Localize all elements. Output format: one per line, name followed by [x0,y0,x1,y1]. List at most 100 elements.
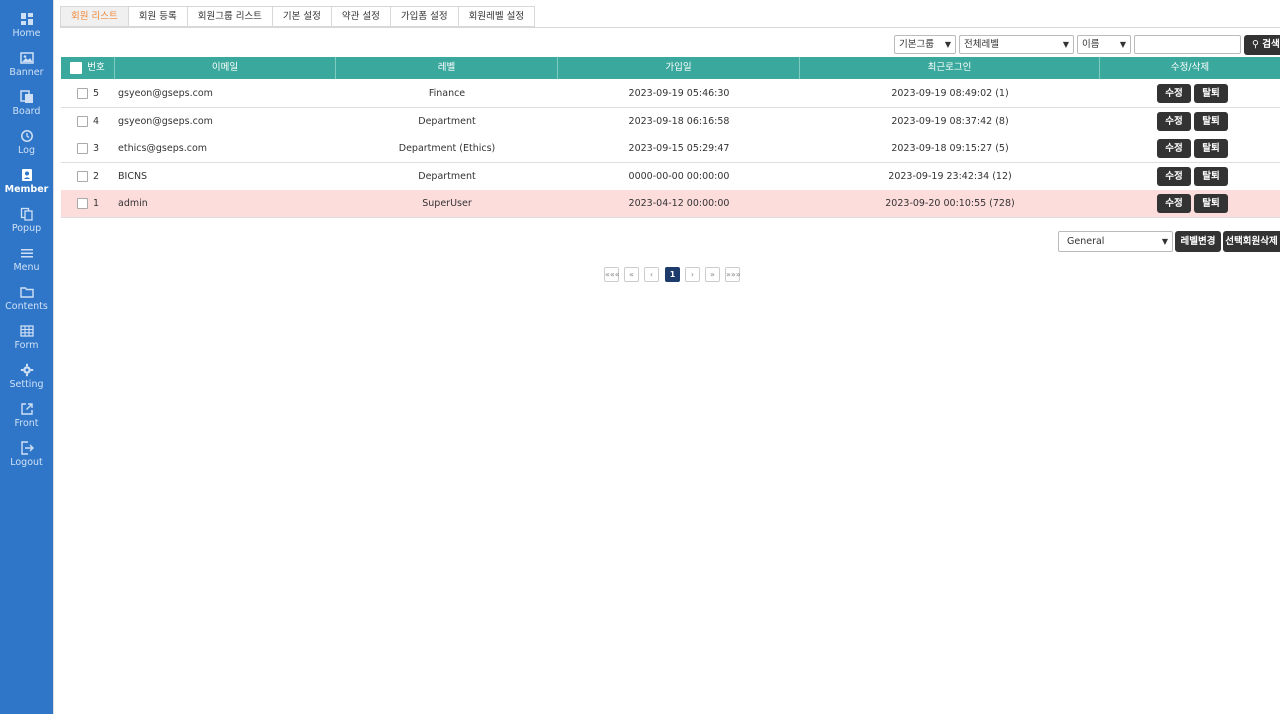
next-page-button[interactable]: › [685,267,700,282]
prev-block-button[interactable]: « [624,267,639,282]
column-header-email[interactable]: 이메일 [115,57,336,79]
sidebar-item-log[interactable]: Log [0,127,53,166]
row-checkbox[interactable] [77,171,88,182]
level-filter-value: 전체레벨 [964,39,999,50]
sidebar-item-label: Log [18,145,35,156]
edit-button[interactable]: 수정 [1157,167,1191,186]
tab-member-register[interactable]: 회원 등록 [127,6,188,27]
gear-icon [20,363,33,377]
row-email: gsyeon@gseps.com [118,116,213,127]
logout-icon [20,441,34,455]
sidebar-item-label: Setting [9,379,44,390]
sidebar-item-contents[interactable]: Contents [0,283,53,322]
withdraw-button[interactable]: 탈퇴 [1194,139,1228,158]
row-joined: 0000-00-00 00:00:00 [628,171,730,182]
row-checkbox[interactable] [77,88,88,99]
row-checkbox[interactable] [77,116,88,127]
sidebar: Home Banner Board Log Member Popup Menu … [0,0,53,714]
edit-button[interactable]: 수정 [1157,112,1191,131]
sidebar-item-label: Logout [10,457,43,468]
last-page-button[interactable]: »»» [725,267,741,282]
change-level-button[interactable]: 레벨변경 [1175,231,1221,252]
search-field-value: 이름 [1082,39,1100,50]
column-header-last-login[interactable]: 최근로그인 [800,57,1100,79]
table-row-highlighted: 1 admin SuperUser 2023-04-12 00:00:00 20… [61,190,1280,218]
search-input[interactable] [1134,35,1241,54]
table-row: 3 ethics@gseps.com Department (Ethics) 2… [61,135,1280,163]
sidebar-divider [53,0,54,714]
column-header-joined[interactable]: 가입일 [558,57,800,79]
select-all-checkbox[interactable] [70,61,83,74]
current-page-button[interactable]: 1 [665,267,680,282]
tab-bar: 회원 리스트 회원 등록 회원그룹 리스트 기본 설정 약관 설정 가입폼 설정… [60,6,536,27]
tab-basic-settings[interactable]: 기본 설정 [271,6,332,27]
sidebar-item-logout[interactable]: Logout [0,439,53,478]
row-email: BICNS [118,171,148,182]
next-block-button[interactable]: » [705,267,720,282]
first-page-button[interactable]: ««« [604,267,620,282]
sidebar-item-label: Member [4,184,49,195]
edit-button[interactable]: 수정 [1157,194,1191,213]
row-last-login: 2023-09-19 08:37:42 (8) [891,116,1009,127]
row-last-login: 2023-09-19 08:49:02 (1) [891,88,1009,99]
search-button[interactable]: ⚲ 검색 [1244,35,1280,55]
sidebar-item-setting[interactable]: Setting [0,361,53,400]
column-header-level[interactable]: 레벨 [336,57,558,79]
withdraw-button[interactable]: 탈퇴 [1194,194,1228,213]
row-joined: 2023-09-19 05:46:30 [628,88,730,99]
search-icon: ⚲ [1252,39,1259,50]
edit-button[interactable]: 수정 [1157,84,1191,103]
chevron-down-icon: ▼ [944,40,951,49]
sidebar-item-banner[interactable]: Banner [0,49,53,88]
sidebar-item-label: Form [14,340,39,351]
menu-icon [20,249,33,258]
withdraw-button[interactable]: 탈퇴 [1194,112,1228,131]
external-link-icon [20,403,33,415]
table-row: 5 gsyeon@gseps.com Finance 2023-09-19 05… [61,80,1280,108]
change-level-value: General [1067,236,1105,247]
sidebar-item-label: Home [12,28,41,39]
row-email: ethics@gseps.com [118,143,208,154]
sidebar-item-label: Contents [5,301,48,312]
row-level: Finance [428,88,466,99]
row-number: 1 [93,198,100,209]
tab-member-group-list[interactable]: 회원그룹 리스트 [186,6,273,27]
row-joined: 2023-09-15 05:29:47 [628,143,730,154]
withdraw-button[interactable]: 탈퇴 [1194,167,1228,186]
folder-icon [19,287,34,298]
sidebar-item-form[interactable]: Form [0,322,53,361]
table-header: 번호 이메일 레벨 가입일 최근로그인 수정/삭제 [61,57,1280,79]
sidebar-item-home[interactable]: Home [0,10,53,49]
table-row: 4 gsyeon@gseps.com Department 2023-09-18… [61,108,1280,136]
sidebar-item-member[interactable]: Member [0,166,53,205]
sidebar-item-menu[interactable]: Menu [0,244,53,283]
search-button-label: 검색 [1262,39,1280,50]
sidebar-item-popup[interactable]: Popup [0,205,53,244]
edit-button[interactable]: 수정 [1157,139,1191,158]
search-field-select[interactable]: 이름 ▼ [1077,35,1131,54]
history-icon [20,130,33,142]
tab-signup-form-settings[interactable]: 가입폼 설정 [389,6,459,27]
row-level: Department (Ethics) [398,143,496,154]
group-select-value: 기본그룹 [899,39,934,50]
column-header-actions: 수정/삭제 [1170,62,1210,73]
row-checkbox[interactable] [77,198,88,209]
row-level: Department [418,116,476,127]
level-filter-select[interactable]: 전체레벨 ▼ [959,35,1074,54]
delete-selected-button[interactable]: 선택회원삭제 [1223,231,1280,252]
withdraw-button[interactable]: 탈퇴 [1194,84,1228,103]
tab-terms-settings[interactable]: 약관 설정 [330,6,391,27]
tab-underline [60,27,1280,28]
sidebar-item-front[interactable]: Front [0,400,53,439]
tab-member-list[interactable]: 회원 리스트 [60,6,129,27]
tab-member-level-settings[interactable]: 회원레벨 설정 [457,6,536,27]
sidebar-item-board[interactable]: Board [0,88,53,127]
group-select[interactable]: 기본그룹 ▼ [894,35,956,54]
row-level: Department [418,171,476,182]
change-level-select[interactable]: General ▼ [1058,231,1173,252]
row-checkbox[interactable] [77,143,88,154]
prev-page-button[interactable]: ‹ [644,267,659,282]
row-last-login: 2023-09-18 09:15:27 (5) [891,143,1009,154]
row-level: SuperUser [422,198,472,209]
row-number: 4 [93,116,100,127]
